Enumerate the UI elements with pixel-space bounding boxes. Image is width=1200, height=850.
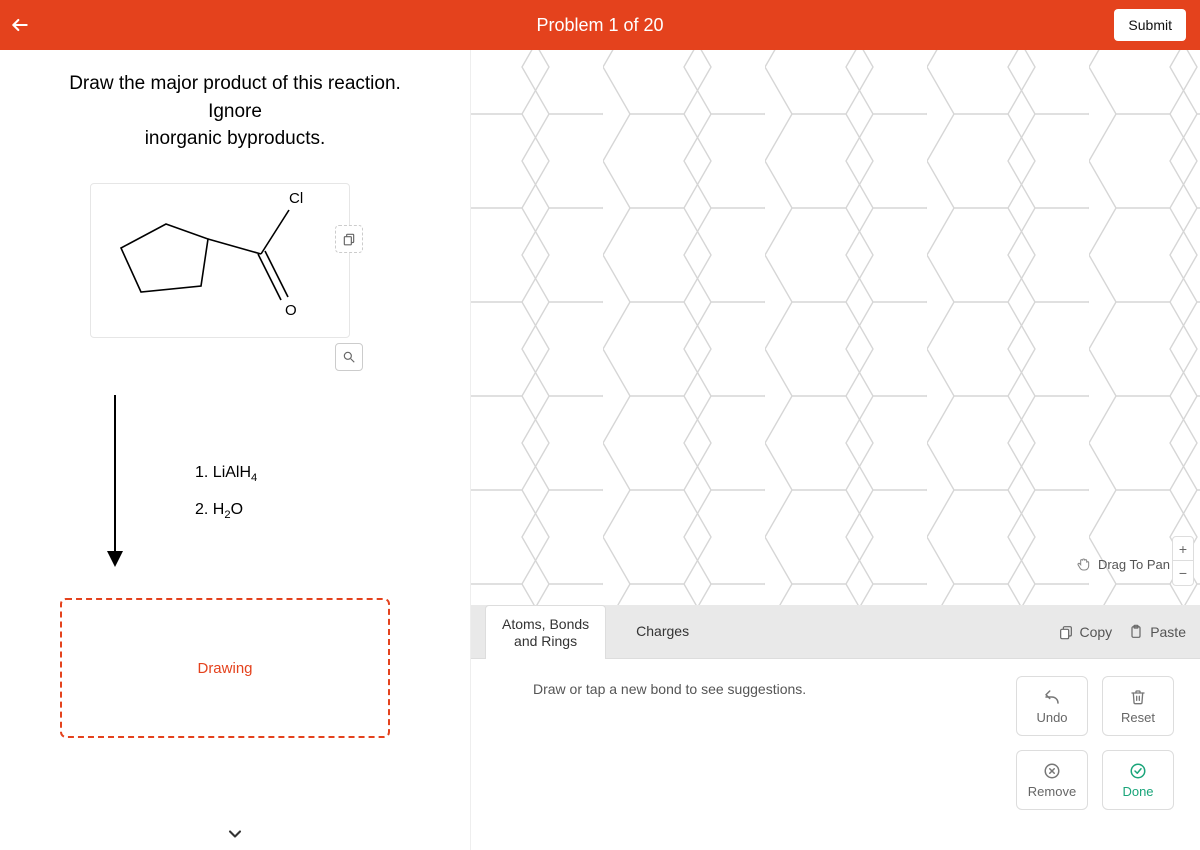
undo-button[interactable]: Undo bbox=[1016, 676, 1088, 736]
select-structure-button[interactable] bbox=[335, 225, 363, 253]
remove-button[interactable]: Remove bbox=[1016, 750, 1088, 810]
drawing-canvas-panel: Drag To Pan + − Atoms, Bonds and Rings C… bbox=[470, 50, 1200, 850]
done-button[interactable]: Done bbox=[1102, 750, 1174, 810]
molecule-svg bbox=[91, 184, 351, 339]
copy-button[interactable]: Copy bbox=[1058, 624, 1113, 640]
app-header: Problem 1 of 20 Submit bbox=[0, 0, 1200, 50]
copy-icon bbox=[1058, 624, 1074, 640]
x-circle-icon bbox=[1043, 762, 1061, 780]
scroll-down-button[interactable] bbox=[225, 824, 245, 844]
trash-icon bbox=[1130, 689, 1146, 705]
chevron-down-icon bbox=[225, 824, 245, 844]
reagents-list: 1. LiAlH4 2. H2O bbox=[195, 455, 257, 529]
tab-charges[interactable]: Charges bbox=[620, 613, 705, 650]
problem-prompt: Draw the major product of this reaction.… bbox=[30, 70, 440, 153]
paste-icon bbox=[1128, 624, 1144, 640]
copy-rect-icon bbox=[342, 232, 356, 246]
drawing-target-box[interactable]: Drawing bbox=[60, 598, 390, 738]
atom-label-cl: Cl bbox=[289, 190, 303, 207]
check-circle-icon bbox=[1129, 762, 1147, 780]
magnifier-icon bbox=[342, 350, 356, 364]
reagent-1: 1. LiAlH4 bbox=[195, 455, 257, 492]
problem-panel: Draw the major product of this reaction.… bbox=[0, 50, 470, 850]
reaction-arrow-icon bbox=[100, 395, 130, 575]
arrow-left-icon bbox=[10, 15, 30, 35]
paste-button[interactable]: Paste bbox=[1128, 624, 1186, 640]
back-button[interactable] bbox=[0, 0, 40, 50]
submit-button[interactable]: Submit bbox=[1114, 9, 1186, 41]
atom-label-o: O bbox=[285, 302, 297, 319]
drag-to-pan-control[interactable]: Drag To Pan bbox=[1076, 556, 1170, 572]
action-buttons: Undo Reset Remove Done bbox=[1016, 676, 1174, 810]
drag-to-pan-label: Drag To Pan bbox=[1098, 557, 1170, 572]
tab-atoms-bonds[interactable]: Atoms, Bonds and Rings bbox=[485, 605, 606, 661]
zoom-out-button[interactable]: − bbox=[1173, 561, 1193, 585]
prompt-line-2: inorganic byproducts. bbox=[145, 128, 326, 149]
molecule-structure: Cl O bbox=[90, 183, 350, 338]
tool-tabs: Atoms, Bonds and Rings Charges Copy Past… bbox=[471, 605, 1200, 659]
page-title: Problem 1 of 20 bbox=[0, 15, 1200, 36]
undo-icon bbox=[1043, 688, 1061, 706]
hand-icon bbox=[1076, 556, 1092, 572]
reagent-2: 2. H2O bbox=[195, 492, 257, 529]
zoom-in-button[interactable]: + bbox=[1173, 537, 1193, 561]
hex-grid-canvas[interactable] bbox=[471, 50, 1200, 610]
prompt-line-1: Draw the major product of this reaction.… bbox=[69, 73, 401, 122]
drawing-box-label: Drawing bbox=[197, 660, 252, 677]
reset-button[interactable]: Reset bbox=[1102, 676, 1174, 736]
zoom-controls: + − bbox=[1172, 536, 1194, 586]
zoom-structure-button[interactable] bbox=[335, 343, 363, 371]
